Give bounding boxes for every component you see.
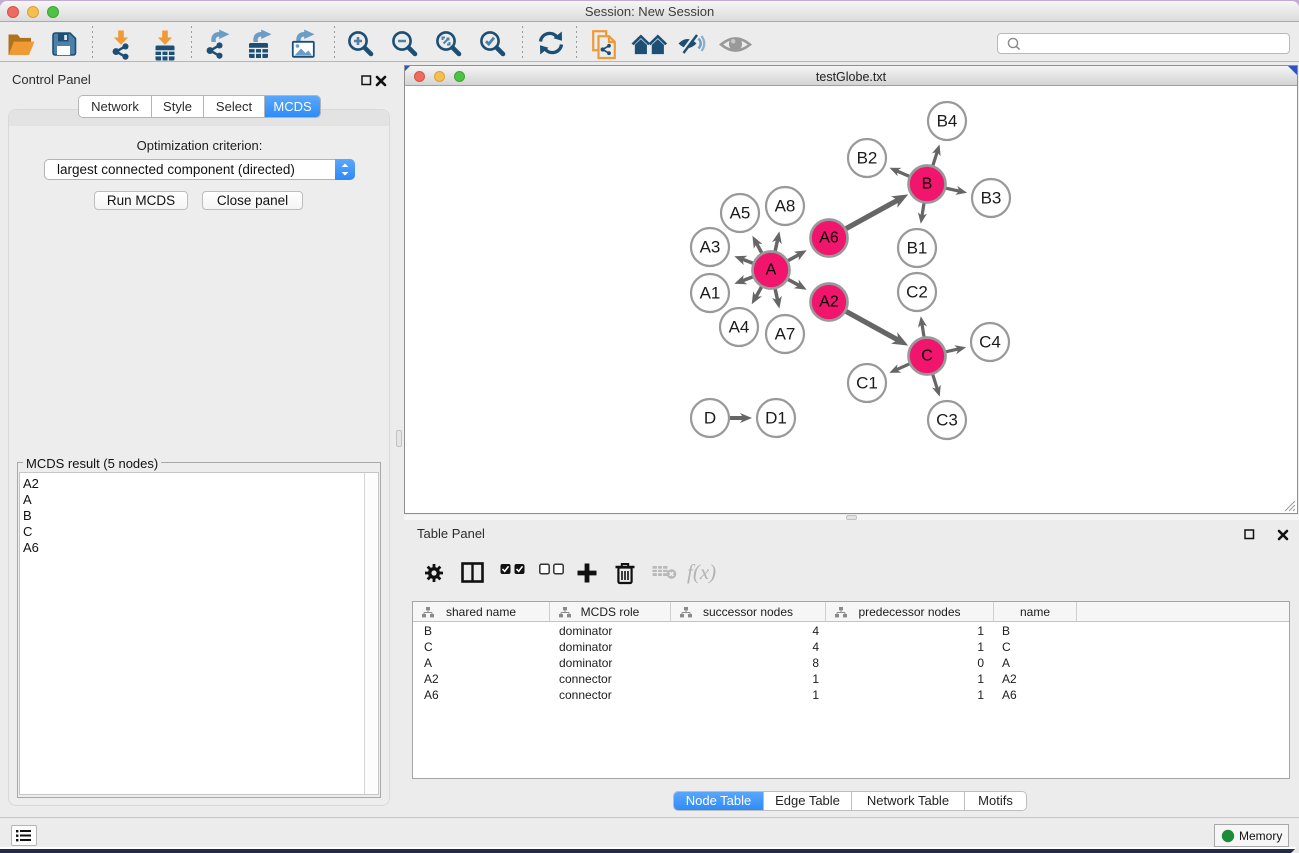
svg-text:A3: A3 — [700, 238, 721, 257]
svg-text:C3: C3 — [936, 411, 958, 430]
svg-text:B1: B1 — [907, 239, 928, 258]
svg-text:A1: A1 — [700, 284, 721, 303]
svg-text:C1: C1 — [856, 374, 878, 393]
svg-text:D: D — [704, 409, 716, 428]
svg-text:B3: B3 — [981, 189, 1002, 208]
svg-text:A6: A6 — [819, 230, 839, 247]
svg-text:A5: A5 — [730, 204, 751, 223]
svg-text:C4: C4 — [979, 333, 1001, 352]
svg-text:C2: C2 — [906, 283, 928, 302]
svg-text:A7: A7 — [775, 325, 796, 344]
svg-text:C: C — [921, 348, 933, 365]
svg-text:D1: D1 — [765, 409, 787, 428]
svg-text:A8: A8 — [775, 197, 796, 216]
svg-text:B2: B2 — [857, 149, 878, 168]
svg-text:A4: A4 — [729, 318, 750, 337]
svg-text:B4: B4 — [937, 112, 958, 131]
svg-text:A: A — [766, 262, 777, 279]
svg-text:B: B — [922, 176, 933, 193]
svg-text:A2: A2 — [819, 294, 839, 311]
